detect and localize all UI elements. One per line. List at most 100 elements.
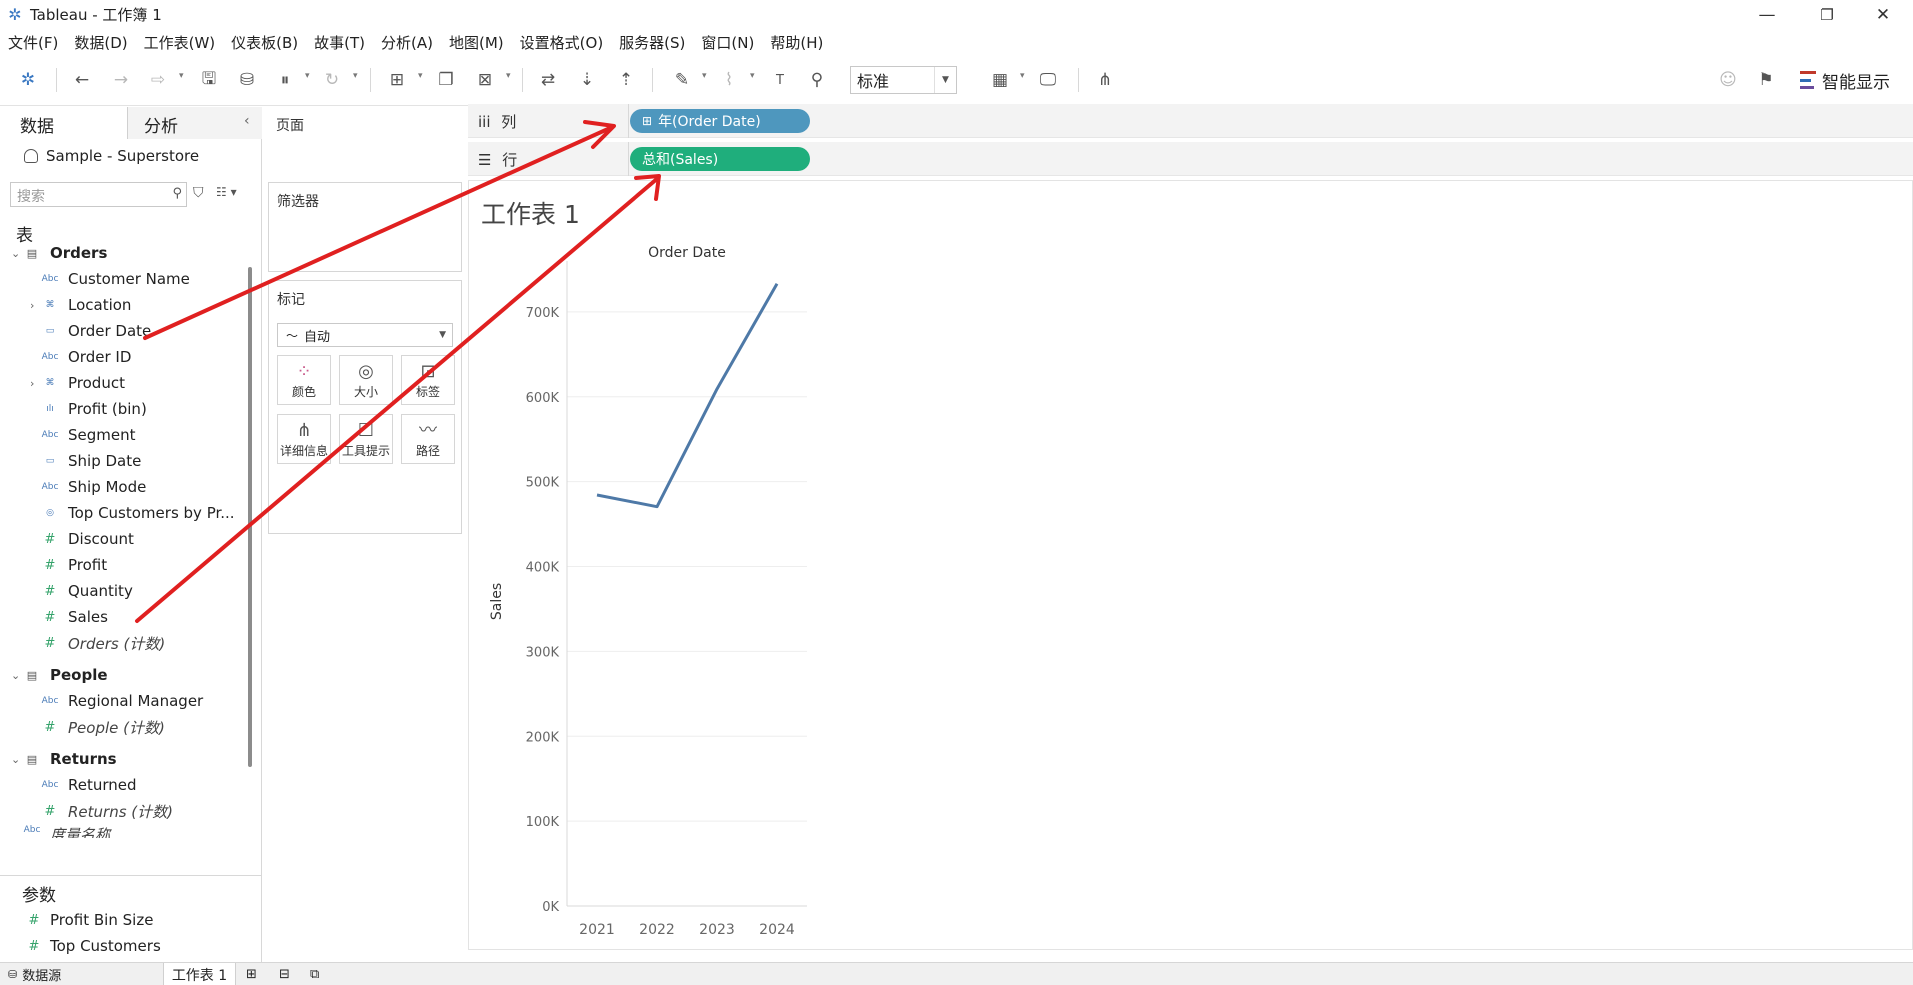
menu-window[interactable]: 窗口(N)	[693, 32, 762, 53]
fix-axes-icon[interactable]: ⚲	[804, 67, 830, 93]
search-input[interactable]: 搜索 ⚲	[10, 182, 187, 207]
swap-rows-columns-icon[interactable]: ⇄	[535, 67, 561, 93]
scrollbar[interactable]	[248, 267, 252, 767]
menu-story[interactable]: 故事(T)	[306, 32, 373, 53]
clear-sheet-icon[interactable]: ⊠	[472, 67, 498, 93]
sheet-tab[interactable]: 工作表 1	[163, 963, 236, 985]
refresh-icon[interactable]: ↻	[319, 67, 345, 93]
marks-type-select[interactable]: 〜 自动 ▼	[277, 323, 453, 347]
new-worksheet-icon[interactable]: ⊞	[384, 67, 410, 93]
size-button[interactable]: ◎ 大小	[339, 355, 393, 405]
parameter-item[interactable]: # Top Customers	[0, 933, 240, 959]
field-item[interactable]: # Quantity	[0, 578, 240, 604]
field-item[interactable]: Abc Segment	[0, 422, 240, 448]
highlight-icon[interactable]: ✎	[669, 67, 695, 93]
color-button[interactable]: ⁘ 颜色	[277, 355, 331, 405]
field-item[interactable]: # People (计数)	[0, 714, 240, 740]
chevron-down-icon[interactable]: ⌄	[11, 247, 20, 260]
field-item[interactable]: ◎ Top Customers by Pr...	[0, 500, 240, 526]
redo-icon[interactable]: →	[108, 67, 134, 93]
field-item[interactable]: Abc Regional Manager	[0, 688, 240, 714]
menu-dashboard[interactable]: 仪表板(B)	[223, 32, 306, 53]
filters-card[interactable]: 筛选器	[268, 182, 462, 272]
new-worksheet-tab-icon[interactable]: ⊞	[246, 963, 257, 985]
sort-descending-icon[interactable]: ⇡	[613, 67, 639, 93]
fit-select[interactable]: 标准 ▼	[850, 66, 957, 94]
save-icon[interactable]: 🖫	[196, 67, 222, 93]
field-item[interactable]: ılı Profit (bin)	[0, 396, 240, 422]
chevron-right-icon[interactable]: ›	[30, 299, 34, 312]
field-item[interactable]: ▭ Ship Date	[0, 448, 240, 474]
pages-card[interactable]: 页面	[268, 107, 462, 175]
undo-icon[interactable]: ←	[69, 67, 95, 93]
chevron-right-icon[interactable]: ›	[30, 377, 34, 390]
sort-ascending-icon[interactable]: ⇣	[574, 67, 600, 93]
field-item[interactable]: # Orders (计数)	[0, 630, 240, 656]
table-returns[interactable]: ⌄ ▤ Returns	[0, 746, 240, 772]
field-item[interactable]: › ⌘ Product	[0, 370, 240, 396]
minimize-button[interactable]: —	[1737, 0, 1797, 29]
field-item[interactable]: Abc Customer Name	[0, 266, 240, 292]
field-item[interactable]: Abc Order ID	[0, 344, 240, 370]
show-me-button[interactable]: 智能显示	[1800, 67, 1890, 93]
collapse-pane-icon[interactable]: ‹	[244, 113, 250, 129]
field-item[interactable]: # Returns (计数)	[0, 798, 240, 824]
clear-dropdown-icon[interactable]: ▾	[506, 71, 511, 81]
restore-button[interactable]: ❐	[1797, 0, 1857, 29]
tab-analysis[interactable]: 分析	[128, 107, 262, 139]
show-cards-dropdown-icon[interactable]: ▾	[1020, 71, 1025, 81]
new-datasource-icon[interactable]: ⛁	[234, 67, 260, 93]
tooltip-button[interactable]: ☐ 工具提示	[339, 414, 393, 464]
replace-data-icon[interactable]: ⇨	[145, 67, 171, 93]
menu-map[interactable]: 地图(M)	[441, 32, 512, 53]
field-item[interactable]: › ⌘ Location	[0, 292, 240, 318]
new-story-tab-icon[interactable]: ⧉	[310, 963, 319, 985]
table-orders[interactable]: ⌄ ▤ Orders	[0, 240, 240, 266]
menu-worksheet[interactable]: 工作表(W)	[136, 32, 224, 53]
table-people[interactable]: ⌄ ▤ People	[0, 662, 240, 688]
new-worksheet-dropdown-icon[interactable]: ▾	[418, 71, 423, 81]
presentation-mode-icon[interactable]: 🖵	[1035, 67, 1061, 93]
view-options-icon[interactable]: ☷ ▾	[216, 185, 237, 199]
field-item[interactable]: # Profit	[0, 552, 240, 578]
group-dropdown-icon[interactable]: ▾	[750, 71, 755, 81]
menu-format[interactable]: 设置格式(O)	[512, 32, 612, 53]
menu-analysis[interactable]: 分析(A)	[373, 32, 441, 53]
label-button[interactable]: ⊡ 标签	[401, 355, 455, 405]
tableau-home-icon[interactable]: ✲	[15, 67, 41, 93]
detail-button[interactable]: ⋔ 详细信息	[277, 414, 331, 464]
columns-shelf[interactable]: iii 列 ⊞ 年(Order Date)	[468, 104, 1913, 138]
field-item[interactable]: # Sales	[0, 604, 240, 630]
pause-dropdown-icon[interactable]: ▾	[305, 71, 310, 81]
rows-pill[interactable]: 总和(Sales)	[630, 147, 810, 171]
show-mark-labels-icon[interactable]: T	[767, 67, 793, 93]
field-item[interactable]: Abc Ship Mode	[0, 474, 240, 500]
menu-data[interactable]: 数据(D)	[66, 32, 135, 53]
group-members-icon[interactable]: ⌇	[716, 67, 742, 93]
duplicate-sheet-icon[interactable]: ❐	[433, 67, 459, 93]
menu-server[interactable]: 服务器(S)	[611, 32, 693, 53]
tab-data[interactable]: 数据	[0, 107, 128, 139]
datasource-item[interactable]: Sample - Superstore	[24, 147, 199, 165]
show-cards-icon[interactable]: ▦	[987, 67, 1013, 93]
chevron-down-icon[interactable]: ⌄	[11, 669, 20, 682]
highlight-dropdown-icon[interactable]: ▾	[702, 71, 707, 81]
menu-help[interactable]: 帮助(H)	[762, 32, 831, 53]
columns-pill[interactable]: ⊞ 年(Order Date)	[630, 109, 810, 133]
ask-data-icon[interactable]: ☺	[1715, 67, 1741, 93]
chevron-down-icon[interactable]: ⌄	[11, 753, 20, 766]
format-painter-icon[interactable]: ⚑	[1753, 67, 1779, 93]
refresh-dropdown-icon[interactable]: ▾	[353, 71, 358, 81]
rows-shelf[interactable]: ☰ 行 总和(Sales)	[468, 142, 1913, 176]
field-item[interactable]: ▭ Order Date	[0, 318, 240, 344]
share-icon[interactable]: ⋔	[1092, 67, 1118, 93]
pause-updates-icon[interactable]: ⏸	[272, 67, 298, 93]
close-button[interactable]: ✕	[1853, 0, 1913, 29]
datasource-tab[interactable]: ⛁ 数据源	[8, 963, 61, 985]
parameter-item[interactable]: # Profit Bin Size	[0, 907, 240, 933]
field-item[interactable]: # Discount	[0, 526, 240, 552]
new-dashboard-tab-icon[interactable]: ⊟	[279, 963, 290, 985]
menu-file[interactable]: 文件(F)	[0, 32, 66, 53]
filter-icon[interactable]: ⛉	[193, 185, 204, 201]
field-item[interactable]: Abc Returned	[0, 772, 240, 798]
